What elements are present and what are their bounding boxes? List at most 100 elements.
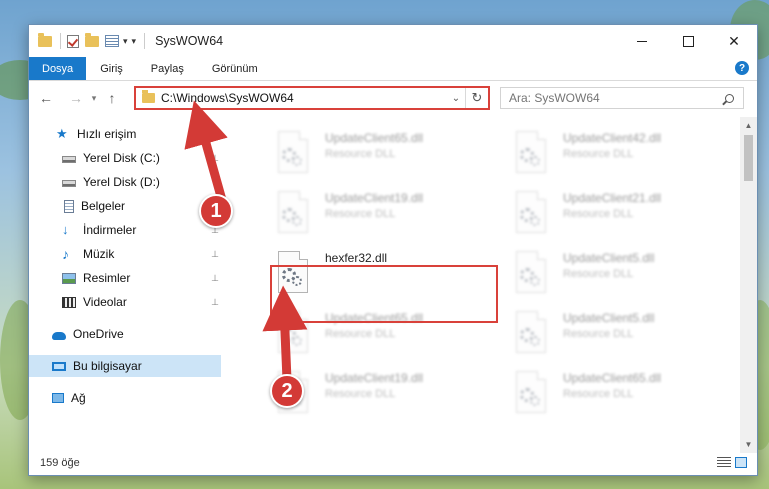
file-name: UpdateClient19.dll (325, 191, 424, 205)
callout-badge-1: 1 (199, 194, 233, 228)
file-name: UpdateClient19.dll (325, 371, 424, 385)
details-view-icon[interactable] (717, 457, 731, 468)
divider (144, 33, 146, 49)
folder-icon (38, 32, 52, 47)
nav-item-onedrive[interactable]: OneDrive (29, 323, 221, 345)
file-item[interactable]: UpdateClient19.dll Resource DLL (275, 367, 501, 423)
documents-icon (64, 199, 74, 213)
nav-item-this-pc[interactable]: Bu bilgisayar (29, 355, 221, 377)
nav-item-label: Yerel Disk (C:) (83, 151, 160, 165)
tiles-view-icon[interactable] (735, 457, 747, 468)
nav-item-label: Müzik (83, 247, 115, 261)
search-input[interactable] (507, 90, 725, 106)
computer-icon (52, 361, 66, 371)
file-type: Resource DLL (325, 208, 396, 220)
divider (60, 33, 61, 49)
view-switcher (717, 457, 747, 468)
properties-check-icon[interactable] (67, 34, 79, 48)
search-icon[interactable] (725, 93, 734, 103)
customize-toolbar-dropdown-icon[interactable]: ▾ (132, 36, 137, 47)
nav-item-videos[interactable]: Videolar ⊥ (29, 291, 221, 313)
nav-item-music[interactable]: ♪ Müzik ⊥ (29, 243, 221, 265)
maximize-button[interactable] (665, 25, 711, 57)
new-folder-icon[interactable] (85, 32, 99, 47)
tab-file[interactable]: Dosya (29, 57, 87, 80)
file-list: UpdateClient65.dll Resource DLL UpdateCl… (245, 121, 741, 451)
up-arrow-icon[interactable]: ↑ (101, 87, 123, 109)
dll-file-icon (513, 311, 549, 355)
file-name: UpdateClient21.dll (563, 191, 662, 205)
nav-item-pictures[interactable]: Resimler ⊥ (29, 267, 221, 289)
pin-icon[interactable]: ⊥ (211, 297, 219, 308)
callout-badge-2: 2 (270, 374, 304, 408)
file-type: Resource DLL (325, 388, 396, 400)
window-title: SysWOW64 (155, 34, 224, 48)
file-name: UpdateClient5.dll (563, 251, 655, 265)
nav-item-quick-access[interactable]: ★ Hızlı erişim (29, 123, 221, 145)
file-type: Resource DLL (325, 328, 396, 340)
back-arrow-icon[interactable]: ← (35, 87, 57, 109)
forward-arrow-icon[interactable]: → (65, 87, 87, 109)
properties-icon[interactable] (105, 35, 119, 47)
file-item[interactable]: UpdateClient5.dll Resource DLL (513, 307, 739, 363)
scroll-up-icon[interactable]: ▲ (740, 117, 757, 134)
address-dropdown-chevron-icon[interactable]: ⌄ (447, 93, 465, 104)
file-item[interactable]: UpdateClient19.dll Resource DLL (275, 187, 501, 243)
nav-item-label: Videolar (83, 295, 127, 309)
file-name: UpdateClient5.dll (563, 311, 655, 325)
pin-icon[interactable]: ⊥ (211, 249, 219, 260)
nav-item-label: Belgeler (81, 199, 126, 213)
drive-icon (62, 156, 76, 163)
nav-item-label: İndirmeler (83, 223, 137, 237)
file-item[interactable]: UpdateClient5.dll Resource DLL (513, 247, 739, 303)
nav-item-network[interactable]: Ağ (29, 387, 221, 409)
vertical-scrollbar[interactable]: ▲ ▼ (740, 117, 757, 453)
file-item[interactable]: UpdateClient65.dll Resource DLL (275, 127, 501, 183)
dll-file-icon (513, 251, 549, 295)
nav-item-label: Resimler (83, 271, 131, 285)
target-file-highlight (270, 265, 498, 323)
folder-icon (142, 90, 155, 103)
file-item[interactable]: UpdateClient21.dll Resource DLL (513, 187, 739, 243)
help-button[interactable]: ? (735, 61, 749, 75)
dll-file-icon (513, 371, 549, 415)
file-type: Resource DLL (563, 328, 634, 340)
file-type: Resource DLL (563, 268, 634, 280)
search-box[interactable] (500, 87, 744, 109)
item-count: 159 öğe (40, 457, 80, 469)
navigation-pane: ★ Hızlı erişim Yerel Disk (C:) ⊥ Yerel D… (29, 121, 221, 451)
file-name: UpdateClient42.dll (563, 131, 662, 145)
file-type: Resource DLL (563, 388, 634, 400)
status-bar: 159 öğe (29, 451, 757, 475)
navigation-bar: ← → ▾ ↑ C:\Windows\SysWOW64 ⌄ ↻ (29, 81, 757, 115)
file-item[interactable]: UpdateClient42.dll Resource DLL (513, 127, 739, 183)
file-item[interactable]: UpdateClient65.dll Resource DLL (513, 367, 739, 423)
minimize-button[interactable] (619, 25, 665, 57)
tab-share[interactable]: Paylaş (137, 57, 198, 80)
address-bar[interactable]: C:\Windows\SysWOW64 ⌄ ↻ (134, 86, 490, 110)
pin-icon[interactable]: ⊥ (211, 273, 219, 284)
nav-item-documents[interactable]: Belgeler (29, 195, 221, 217)
downloads-icon: ↓ (62, 222, 69, 237)
nav-item-downloads[interactable]: ↓ İndirmeler ⊥ (29, 219, 221, 241)
close-button[interactable]: ✕ (711, 25, 757, 57)
quick-access-toolbar: ▾ ▾ (38, 32, 146, 49)
nav-item-label: OneDrive (73, 327, 124, 341)
nav-item-local-disk-d[interactable]: Yerel Disk (D:) (29, 171, 221, 193)
refresh-icon[interactable]: ↻ (465, 88, 488, 108)
file-name: hexfer32.dll (325, 251, 388, 265)
pin-icon[interactable]: ⊥ (211, 153, 219, 164)
address-path[interactable]: C:\Windows\SysWOW64 (161, 91, 447, 105)
ribbon-tabs: Dosya Giriş Paylaş Görünüm ? (29, 57, 757, 81)
dll-file-icon (275, 191, 311, 235)
file-name: UpdateClient65.dll (325, 131, 424, 145)
tab-home[interactable]: Giriş (86, 57, 137, 80)
file-type: Resource DLL (563, 208, 634, 220)
recent-locations-chevron-icon[interactable]: ▾ (87, 87, 101, 109)
nav-item-local-disk-c[interactable]: Yerel Disk (C:) ⊥ (29, 147, 221, 169)
nav-item-label: Ağ (71, 391, 86, 405)
tab-view[interactable]: Görünüm (198, 57, 272, 80)
customize-toolbar-chevron-icon[interactable]: ▾ (123, 36, 128, 47)
scrollbar-thumb[interactable] (744, 135, 753, 181)
file-name: UpdateClient65.dll (563, 371, 662, 385)
